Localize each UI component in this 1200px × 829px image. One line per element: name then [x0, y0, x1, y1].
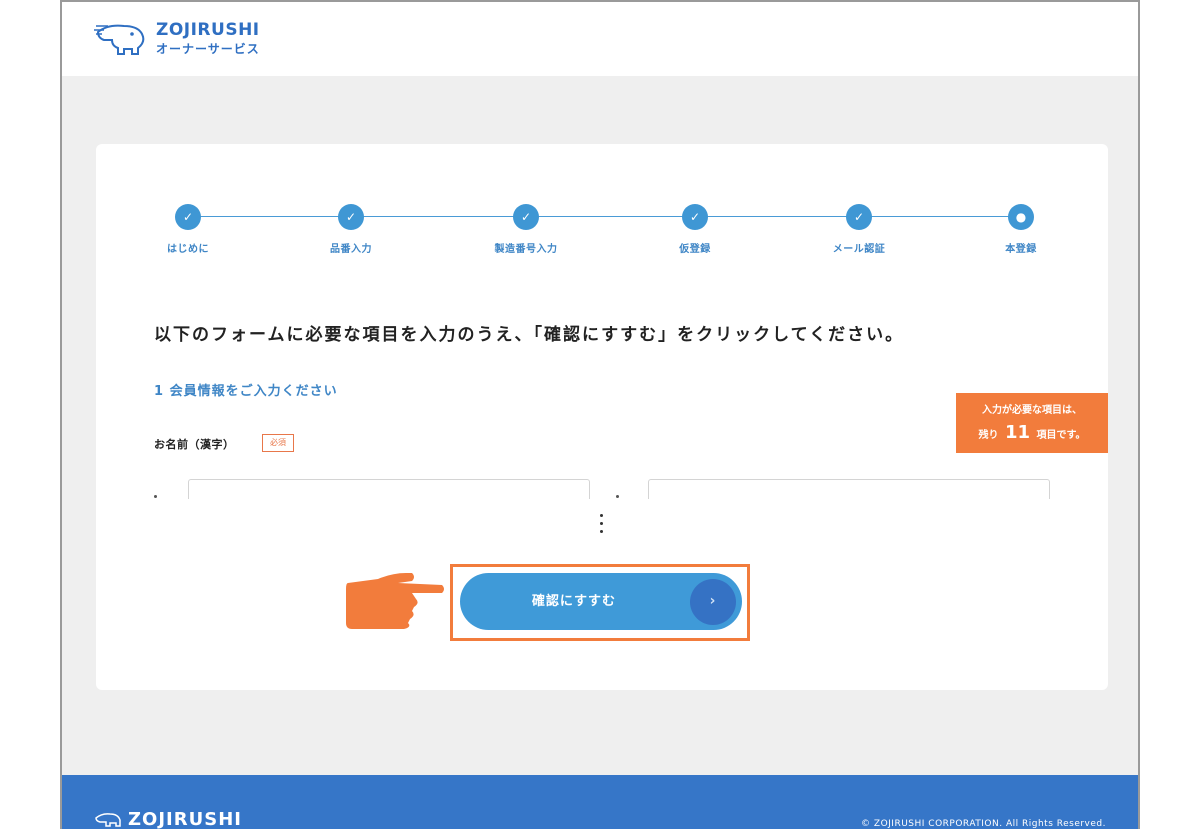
- first-name-prefix: [616, 495, 619, 498]
- check-icon: ✓: [513, 204, 539, 230]
- step-1: ✓ はじめに: [138, 204, 238, 255]
- form-instruction: 以下のフォームに必要な項目を入力のうえ、「確認にすすむ」をクリックしてください。: [154, 325, 905, 345]
- footer-elephant-icon: [95, 812, 121, 827]
- section-title: 1 会員情報をご入力ください: [154, 384, 338, 399]
- step-label: 本登録: [1005, 244, 1037, 255]
- ellipsis-vertical-icon: [600, 514, 604, 538]
- step-2: ✓ 品番入力: [301, 204, 401, 255]
- name-inputs-row: [154, 479, 1054, 499]
- remaining-items-notice: 入力が必要な項目は、 残り 11 項目です。: [956, 393, 1108, 453]
- step-5: ✓ メール認証: [809, 204, 909, 255]
- remaining-suffix: 項目です。: [1036, 430, 1086, 441]
- browser-frame: ZOJIRUSHI オーナーサービス ✓ はじめに ✓ 品番入力 ✓ 製造番号入…: [60, 0, 1140, 829]
- confirm-button[interactable]: 確認にすすむ ›: [460, 573, 742, 630]
- brand-name: ZOJIRUSHI: [156, 20, 260, 40]
- current-dot-icon: ●: [1008, 204, 1034, 230]
- registration-card: ✓ はじめに ✓ 品番入力 ✓ 製造番号入力 ✓ 仮登録 ✓ メール認証 ● 本…: [96, 144, 1108, 690]
- elephant-logo-icon: [94, 24, 145, 55]
- remaining-line1: 入力が必要な項目は、: [982, 405, 1082, 416]
- footer-brand: ZOJIRUSHI: [128, 809, 242, 829]
- first-name-input[interactable]: [648, 479, 1050, 499]
- progress-stepper: ✓ はじめに ✓ 品番入力 ✓ 製造番号入力 ✓ 仮登録 ✓ メール認証 ● 本…: [146, 204, 1066, 264]
- step-4: ✓ 仮登録: [645, 204, 745, 255]
- step-label: はじめに: [167, 244, 209, 255]
- copyright-text: © ZOJIRUSHI CORPORATION. All Rights Rese…: [861, 819, 1106, 829]
- pointing-hand-icon: [346, 573, 444, 629]
- brand-subtitle: オーナーサービス: [156, 42, 260, 56]
- check-icon: ✓: [846, 204, 872, 230]
- remaining-count: 11: [1004, 422, 1031, 443]
- footer-logo[interactable]: ZOJIRUSHI: [94, 809, 242, 829]
- required-badge: 必須: [262, 434, 294, 452]
- site-footer: ZOJIRUSHI © ZOJIRUSHI CORPORATION. All R…: [62, 775, 1138, 829]
- name-field-label: お名前（漢字）: [154, 438, 235, 451]
- check-icon: ✓: [682, 204, 708, 230]
- last-name-prefix: [154, 495, 157, 498]
- last-name-input[interactable]: [188, 479, 590, 499]
- confirm-button-label: 確認にすすむ: [531, 594, 617, 609]
- step-label: 品番入力: [330, 244, 372, 255]
- step-label: 仮登録: [679, 244, 711, 255]
- site-header: ZOJIRUSHI オーナーサービス: [62, 0, 1138, 76]
- step-3: ✓ 製造番号入力: [476, 204, 576, 255]
- check-icon: ✓: [338, 204, 364, 230]
- step-label: 製造番号入力: [494, 244, 558, 255]
- step-label: メール認証: [832, 244, 886, 255]
- chevron-right-icon: ›: [690, 579, 736, 625]
- site-logo[interactable]: ZOJIRUSHI オーナーサービス: [94, 22, 260, 56]
- check-icon: ✓: [175, 204, 201, 230]
- remaining-prefix: 残り: [978, 430, 999, 441]
- step-6-current: ● 本登録: [971, 204, 1071, 255]
